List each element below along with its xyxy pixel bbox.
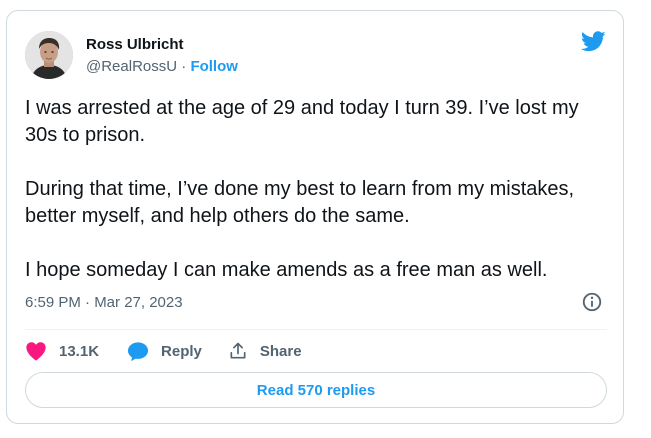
tweet-paragraph: I hope someday I can make amends as a fr… bbox=[25, 259, 548, 281]
action-bar: 13.1K Reply Share bbox=[25, 339, 302, 363]
handle-separator: · bbox=[177, 58, 191, 75]
info-icon[interactable] bbox=[581, 291, 603, 313]
share-label: Share bbox=[259, 342, 302, 360]
heart-icon bbox=[26, 342, 46, 361]
like-count: 13.1K bbox=[59, 342, 100, 360]
avatar[interactable] bbox=[25, 31, 73, 79]
author-handle-row: @RealRossU · Follow bbox=[86, 57, 238, 77]
twitter-bird-icon[interactable] bbox=[581, 31, 606, 52]
tweet-embed-card[interactable]: Ross Ulbricht @RealRossU · Follow I was … bbox=[6, 10, 624, 424]
author-handle[interactable]: @RealRossU bbox=[86, 58, 177, 75]
share-button[interactable]: Share bbox=[228, 341, 302, 361]
author-name[interactable]: Ross Ulbricht bbox=[86, 35, 184, 55]
like-button[interactable]: 13.1K bbox=[25, 341, 99, 361]
reply-label: Reply bbox=[161, 342, 202, 360]
divider bbox=[25, 329, 607, 330]
avatar-photo bbox=[25, 31, 73, 79]
tweet-paragraph: I was arrested at the age of 29 and toda… bbox=[25, 97, 579, 146]
tweet-paragraph: During that time, I’ve done my best to l… bbox=[25, 178, 575, 227]
tweet-text: I was arrested at the age of 29 and toda… bbox=[25, 95, 615, 284]
share-arrow-icon bbox=[230, 342, 246, 359]
speech-bubble-icon bbox=[127, 341, 149, 361]
read-replies-button[interactable]: Read 570 replies bbox=[25, 372, 607, 408]
reply-button[interactable]: Reply bbox=[127, 341, 202, 362]
follow-button[interactable]: Follow bbox=[190, 58, 238, 75]
tweet-timestamp[interactable]: 6:59 PM · Mar 27, 2023 bbox=[25, 293, 183, 313]
